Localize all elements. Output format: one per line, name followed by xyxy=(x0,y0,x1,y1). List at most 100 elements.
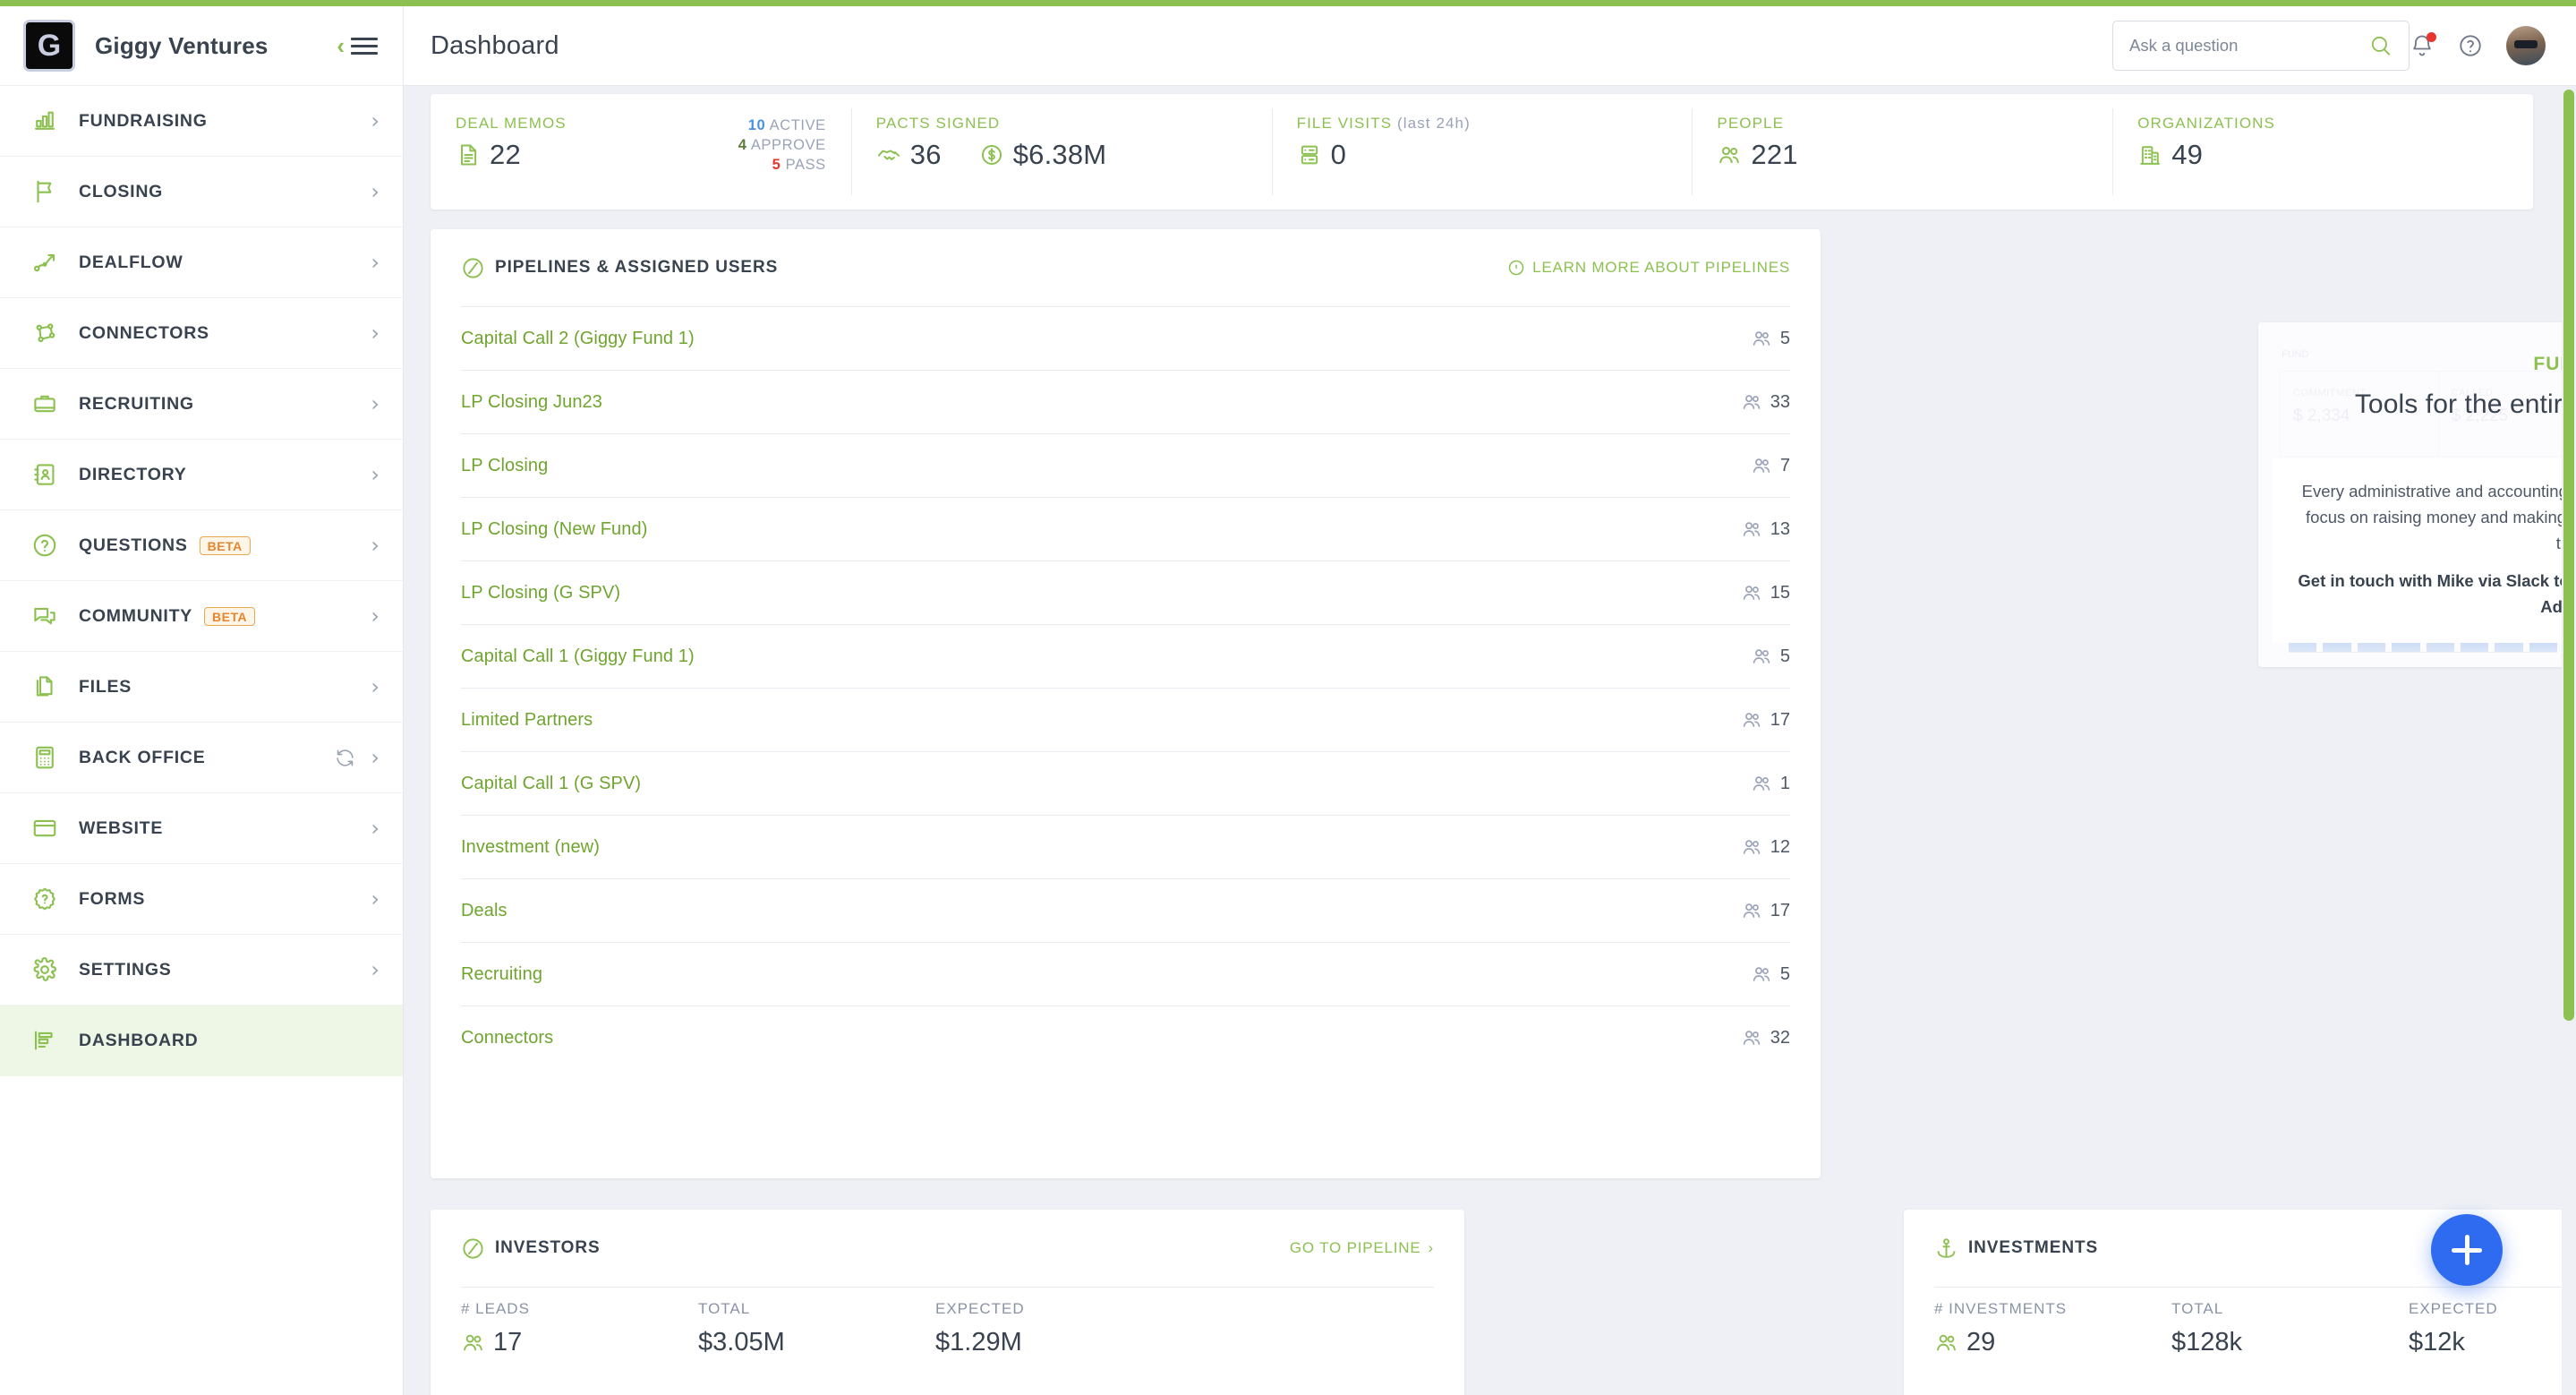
sidebar-item-recruiting[interactable]: RECRUITING › xyxy=(0,369,403,440)
stat-card-people[interactable]: PEOPLE 221 xyxy=(1692,94,2112,210)
top-header: Dashboard xyxy=(404,6,2576,86)
main-scrollbar[interactable] xyxy=(2562,86,2576,1395)
pipeline-row[interactable]: Capital Call 2 (Giggy Fund 1) 5 xyxy=(461,306,1790,370)
sidebar-item-closing[interactable]: CLOSING › xyxy=(0,157,403,227)
pipeline-row[interactable]: Connectors 32 xyxy=(461,1006,1790,1069)
avatar[interactable] xyxy=(2506,26,2546,65)
pipeline-name[interactable]: Capital Call 2 (Giggy Fund 1) xyxy=(461,329,695,349)
search-input[interactable] xyxy=(2129,36,2369,56)
pipeline-name[interactable]: LP Closing (G SPV) xyxy=(461,583,620,603)
stat-card-file-visits[interactable]: FILE VISITS (last 24h) 0 xyxy=(1271,94,1693,210)
sidebar-item-dealflow[interactable]: DEALFLOW › xyxy=(0,227,403,298)
sidebar-item-questions[interactable]: QUESTIONS BETA › xyxy=(0,510,403,581)
stat-card-organizations[interactable]: ORGANIZATIONS 49 xyxy=(2112,94,2533,210)
stat-breakdown-count: 5 xyxy=(772,156,781,173)
pipeline-row[interactable]: LP Closing (G SPV) 15 xyxy=(461,561,1790,624)
sync-icon[interactable] xyxy=(334,747,356,769)
kpi-label: # LEADS xyxy=(461,1300,530,1317)
pipeline-user-count: 17 xyxy=(1741,709,1790,731)
sidebar-item-dashboard[interactable]: DASHBOARD xyxy=(0,1006,403,1076)
kpi-label: TOTAL xyxy=(2171,1300,2224,1317)
stat-label: PACTS SIGNED xyxy=(876,115,1247,133)
pipeline-name[interactable]: Capital Call 1 (Giggy Fund 1) xyxy=(461,646,695,667)
sidebar-collapse-button[interactable]: ‹ xyxy=(337,34,378,57)
pipeline-name[interactable]: Recruiting xyxy=(461,964,542,985)
pipeline-name[interactable]: LP Closing (New Fund) xyxy=(461,519,648,540)
learn-more-pipelines-link[interactable]: LEARN MORE ABOUT PIPELINES xyxy=(1507,259,1790,277)
investors-go-to-pipeline-label: GO TO PIPELINE xyxy=(1289,1239,1421,1256)
stat-value-row: 22 xyxy=(456,139,738,171)
pipeline-user-count: 15 xyxy=(1741,582,1790,603)
stat-value: 22 xyxy=(490,139,521,170)
pipeline-row[interactable]: Investment (new) 12 xyxy=(461,815,1790,878)
pipeline-row[interactable]: Limited Partners 17 xyxy=(461,688,1790,751)
pipeline-user-count: 5 xyxy=(1751,328,1790,349)
pipeline-row[interactable]: Capital Call 1 (Giggy Fund 1) 5 xyxy=(461,624,1790,688)
pipeline-row[interactable]: Capital Call 1 (G SPV) 1 xyxy=(461,751,1790,815)
sidebar-item-back-office[interactable]: BACK OFFICE › xyxy=(0,723,403,793)
stat-card-pacts-signed[interactable]: PACTS SIGNED 36 $6.38M xyxy=(850,94,1272,210)
pipeline-icon xyxy=(461,256,485,280)
pipeline-name[interactable]: LP Closing xyxy=(461,456,548,476)
kpi-value: 17 xyxy=(493,1328,523,1356)
pipeline-name[interactable]: Investment (new) xyxy=(461,837,600,858)
sidebar-item-directory[interactable]: DIRECTORY › xyxy=(0,440,403,510)
investors-panel: INVESTORS GO TO PIPELINE › # LEADS 17 TOTA… xyxy=(431,1210,1464,1395)
users-count-icon xyxy=(1741,391,1762,413)
pipeline-user-count: 12 xyxy=(1741,836,1790,858)
stat-label-text: ORGANIZATIONS xyxy=(2137,115,2275,132)
sidebar-item-forms[interactable]: FORMS › xyxy=(0,864,403,935)
info-circle-icon xyxy=(1507,259,1525,277)
pipeline-name[interactable]: Capital Call 1 (G SPV) xyxy=(461,774,641,794)
pipeline-row[interactable]: LP Closing Jun23 33 xyxy=(461,370,1790,433)
kpi--investments: # INVESTMENTS 29 xyxy=(1934,1300,2171,1357)
stat-secondary-value: $6.38M xyxy=(1012,139,1107,170)
stat-label-text: FILE VISITS xyxy=(1296,115,1393,132)
pipeline-name[interactable]: Deals xyxy=(461,901,508,921)
add-button[interactable] xyxy=(2431,1214,2503,1286)
kpi-label: EXPECTED xyxy=(2409,1300,2498,1317)
pipeline-row[interactable]: Recruiting 5 xyxy=(461,942,1790,1006)
stat-value-row: 221 xyxy=(1717,139,2087,171)
sidebar-item-label: WEBSITE xyxy=(79,817,164,838)
stat-breakdown-label: ACTIVE xyxy=(769,117,826,133)
investors-go-to-pipeline-link[interactable]: GO TO PIPELINE › xyxy=(1290,1239,1434,1257)
scrollbar-thumb[interactable] xyxy=(2563,90,2574,1021)
stat-card-deal-memos[interactable]: DEAL MEMOS 22 10 ACTIVE 4 APPROVE 5 PASS xyxy=(431,94,851,210)
fund-admin-promo-card[interactable]: FUND COMMITMENT$ 2,334CALLED$ 2,225UNCOM… xyxy=(2258,322,2562,667)
sidebar-item-label: BACK OFFICE xyxy=(79,747,206,767)
sidebar-item-website[interactable]: WEBSITE › xyxy=(0,793,403,864)
document-icon xyxy=(456,142,481,167)
sidebar-item-files[interactable]: FILES › xyxy=(0,652,403,723)
bell-icon[interactable] xyxy=(2410,32,2436,58)
stat-main: PEOPLE 221 xyxy=(1717,115,2087,210)
help-circle-icon[interactable] xyxy=(2458,33,2483,58)
pipeline-name[interactable]: Connectors xyxy=(461,1028,553,1048)
promo-heading: Tools for the entire life cycle of your … xyxy=(2354,389,2562,419)
chevron-right-icon: › xyxy=(371,957,380,982)
sidebar-item-settings[interactable]: SETTINGS › xyxy=(0,935,403,1006)
kpi-value: $1.29M xyxy=(935,1328,1022,1356)
sidebar-item-connectors[interactable]: CONNECTORS › xyxy=(0,298,403,369)
chevron-right-icon: › xyxy=(371,603,380,629)
pipeline-icon xyxy=(461,1237,485,1261)
sidebar-item-fundraising[interactable]: FUNDRAISING › xyxy=(0,86,403,157)
pipeline-row[interactable]: Deals 17 xyxy=(461,878,1790,942)
pipeline-row[interactable]: LP Closing (New Fund) 13 xyxy=(461,497,1790,561)
pipeline-row[interactable]: LP Closing 7 xyxy=(461,433,1790,497)
pipeline-name[interactable]: LP Closing Jun23 xyxy=(461,392,602,413)
sidebar-item-label: FORMS xyxy=(79,888,146,909)
users-count-icon xyxy=(1741,582,1762,603)
sidebar-item-community[interactable]: COMMUNITY BETA › xyxy=(0,581,403,652)
pipeline-name[interactable]: Limited Partners xyxy=(461,710,593,731)
kpi-total: TOTAL $128k xyxy=(2171,1300,2409,1357)
chevron-right-icon: › xyxy=(1428,1239,1434,1256)
investors-kpis: # LEADS 17 TOTAL $3.05M EXPECTED $1.29M xyxy=(461,1287,1434,1357)
search-icon[interactable] xyxy=(2369,34,2393,57)
pipeline-user-count: 33 xyxy=(1741,391,1790,413)
investments-kpis: # INVESTMENTS 29 TOTAL $128k EXPECTED $12k xyxy=(1934,1287,2562,1357)
kpi-value: $12k xyxy=(2409,1328,2465,1356)
notification-badge xyxy=(2427,32,2436,42)
trend-arrow-icon xyxy=(30,247,60,278)
search-box[interactable] xyxy=(2112,21,2410,71)
